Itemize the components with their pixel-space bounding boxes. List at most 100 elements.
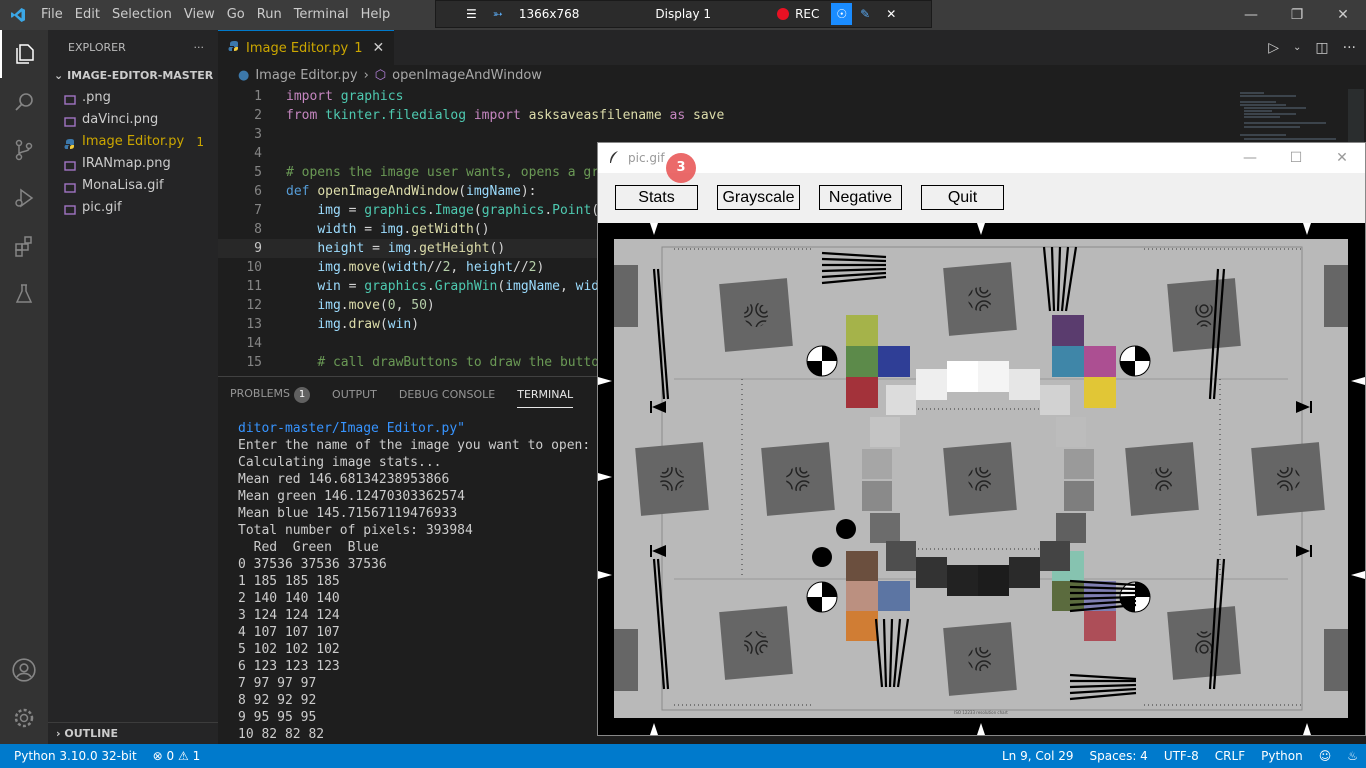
indentation[interactable]: Spaces: 4 [1082, 749, 1156, 763]
menu-file[interactable]: File [35, 0, 69, 30]
menu-run[interactable]: Run [251, 0, 288, 30]
language-mode[interactable]: Python [1253, 749, 1311, 763]
file-item[interactable]: IRANmap.png [48, 153, 218, 175]
negative-button[interactable]: Negative [819, 185, 902, 210]
menu-terminal[interactable]: Terminal [288, 0, 355, 30]
image-window-controls: — ☐ ✕ [1227, 143, 1365, 173]
minimize-button[interactable]: — [1228, 0, 1274, 30]
file-item[interactable]: pic.gif [48, 197, 218, 219]
breadcrumb: ● Image Editor.py › ⬡ openImageAndWindow [218, 65, 1366, 87]
close-toolbar-icon[interactable]: ✕ [878, 7, 904, 21]
tab-label: PROBLEMS [230, 386, 291, 400]
pin-icon[interactable]: ➳ [485, 7, 511, 21]
tab-image-editor[interactable]: Image Editor.py 1 ✕ [218, 30, 395, 65]
image-file-icon [64, 180, 76, 193]
chevron-down-icon[interactable]: ⌄ [1293, 42, 1301, 53]
stats-button[interactable]: Stats [615, 185, 698, 210]
settings-gear-icon[interactable] [0, 694, 48, 742]
problems-count-badge: 1 [294, 386, 311, 403]
close-window-button[interactable]: ✕ [1319, 143, 1365, 173]
tab-terminal[interactable]: TERMINAL [517, 381, 574, 408]
cursor-position[interactable]: Ln 9, Col 29 [994, 749, 1082, 763]
camera-icon[interactable]: ☉ [831, 3, 853, 25]
tab-badge: 1 [354, 40, 363, 56]
tab-problems[interactable]: PROBLEMS 1 [230, 386, 311, 403]
close-window-button[interactable]: ✕ [1320, 0, 1366, 30]
line-number: 11 [246, 279, 262, 294]
explorer-header: EXPLORER ··· [48, 30, 218, 65]
notifications-bell-icon[interactable]: ♨ [1339, 749, 1366, 763]
menu-view[interactable]: View [178, 0, 221, 30]
breadcrumb-file[interactable]: Image Editor.py [255, 65, 357, 87]
file-item[interactable]: daVinci.png [48, 109, 218, 131]
record-label: REC [795, 7, 820, 21]
outline-section[interactable]: › OUTLINE [48, 722, 218, 744]
explorer-icon[interactable] [0, 30, 48, 78]
line-number: 3 [254, 127, 262, 142]
menu-edit[interactable]: Edit [69, 0, 106, 30]
remote-toolbar: ☰ ➳ 1366x768 Display 1 REC ☉ ✎ ✕ [435, 0, 932, 28]
close-tab-icon[interactable]: ✕ [373, 40, 385, 56]
menu-help[interactable]: Help [355, 0, 397, 30]
chevron-down-icon: ⌄ [54, 69, 64, 82]
pen-icon[interactable]: ✎ [852, 7, 878, 21]
python-file-icon: ● [238, 68, 250, 83]
warning-count: 1 [192, 749, 201, 763]
image-window: pic.gif 3 — ☐ ✕ Stats Grayscale Negative… [597, 142, 1366, 736]
error-icon: ⊗ [152, 749, 163, 763]
run-debug-icon[interactable] [0, 174, 48, 222]
line-number: 15 [246, 355, 262, 370]
menu-selection[interactable]: Selection [106, 0, 178, 30]
source-control-icon[interactable] [0, 126, 48, 174]
problem-count-badge: 1 [196, 135, 204, 149]
maximize-button[interactable]: ☐ [1273, 143, 1319, 173]
grayscale-button[interactable]: Grayscale [717, 185, 800, 210]
record-button[interactable]: REC [769, 7, 827, 21]
minimize-button[interactable]: — [1227, 143, 1273, 173]
more-actions-icon[interactable]: ··· [1343, 40, 1356, 56]
explorer-title: EXPLORER [68, 41, 126, 54]
restore-button[interactable]: ❐ [1274, 0, 1320, 30]
testing-flask-icon[interactable] [0, 270, 48, 318]
file-item-active[interactable]: Image Editor.py 1 [48, 131, 218, 153]
encoding[interactable]: UTF-8 [1156, 749, 1207, 763]
line-number: 1 [254, 89, 262, 104]
editor-actions: ▷ ⌄ ◫ ··· [1268, 30, 1356, 65]
chevron-right-icon: › [56, 727, 61, 740]
notification-badge: 3 [666, 153, 696, 183]
folder-root[interactable]: ⌄ IMAGE-EDITOR-MASTER [48, 65, 218, 87]
feedback-icon[interactable]: ☺ [1311, 749, 1340, 763]
image-canvas[interactable]: ISO 12233 resolution chart [598, 223, 1365, 735]
python-interpreter[interactable]: Python 3.10.0 32-bit [0, 749, 145, 763]
line-number: 2 [254, 108, 262, 123]
editor-tabs: Image Editor.py 1 ✕ [218, 30, 1366, 65]
more-actions-icon[interactable]: ··· [194, 30, 205, 65]
line-endings[interactable]: CRLF [1207, 749, 1253, 763]
image-window-titlebar[interactable]: pic.gif 3 — ☐ ✕ [598, 143, 1365, 183]
status-right: Ln 9, Col 29 Spaces: 4 UTF-8 CRLF Python… [994, 749, 1366, 763]
feather-icon [608, 150, 620, 167]
tab-output[interactable]: OUTPUT [332, 388, 377, 401]
quit-button[interactable]: Quit [921, 185, 1004, 210]
breadcrumb-symbol[interactable]: openImageAndWindow [392, 65, 542, 87]
split-editor-icon[interactable]: ◫ [1315, 40, 1328, 56]
file-item[interactable]: MonaLisa.gif [48, 175, 218, 197]
problems-summary[interactable]: ⊗ 0 ⚠ 1 [145, 749, 209, 763]
code-line: 2 from tkinter.filedialog import asksavea… [218, 106, 1228, 125]
image-file-icon [64, 114, 76, 127]
chevron-right-icon: › [363, 68, 369, 83]
menu-lines-icon[interactable]: ☰ [436, 7, 485, 21]
extensions-icon[interactable] [0, 222, 48, 270]
search-icon[interactable] [0, 78, 48, 126]
run-file-icon[interactable]: ▷ [1268, 40, 1279, 56]
chart-caption: ISO 12233 resolution chart [954, 710, 1008, 715]
image-file-icon [64, 158, 76, 171]
resolution-label: 1366x768 [518, 7, 580, 21]
file-item[interactable]: .png [48, 87, 218, 109]
tab-debug-console[interactable]: DEBUG CONSOLE [399, 388, 495, 401]
window-controls: — ❐ ✕ [1228, 0, 1366, 30]
menu-go[interactable]: Go [221, 0, 251, 30]
record-dot-icon [777, 8, 790, 20]
account-icon[interactable] [0, 646, 48, 694]
display-selector[interactable]: Display 1 [647, 7, 719, 21]
